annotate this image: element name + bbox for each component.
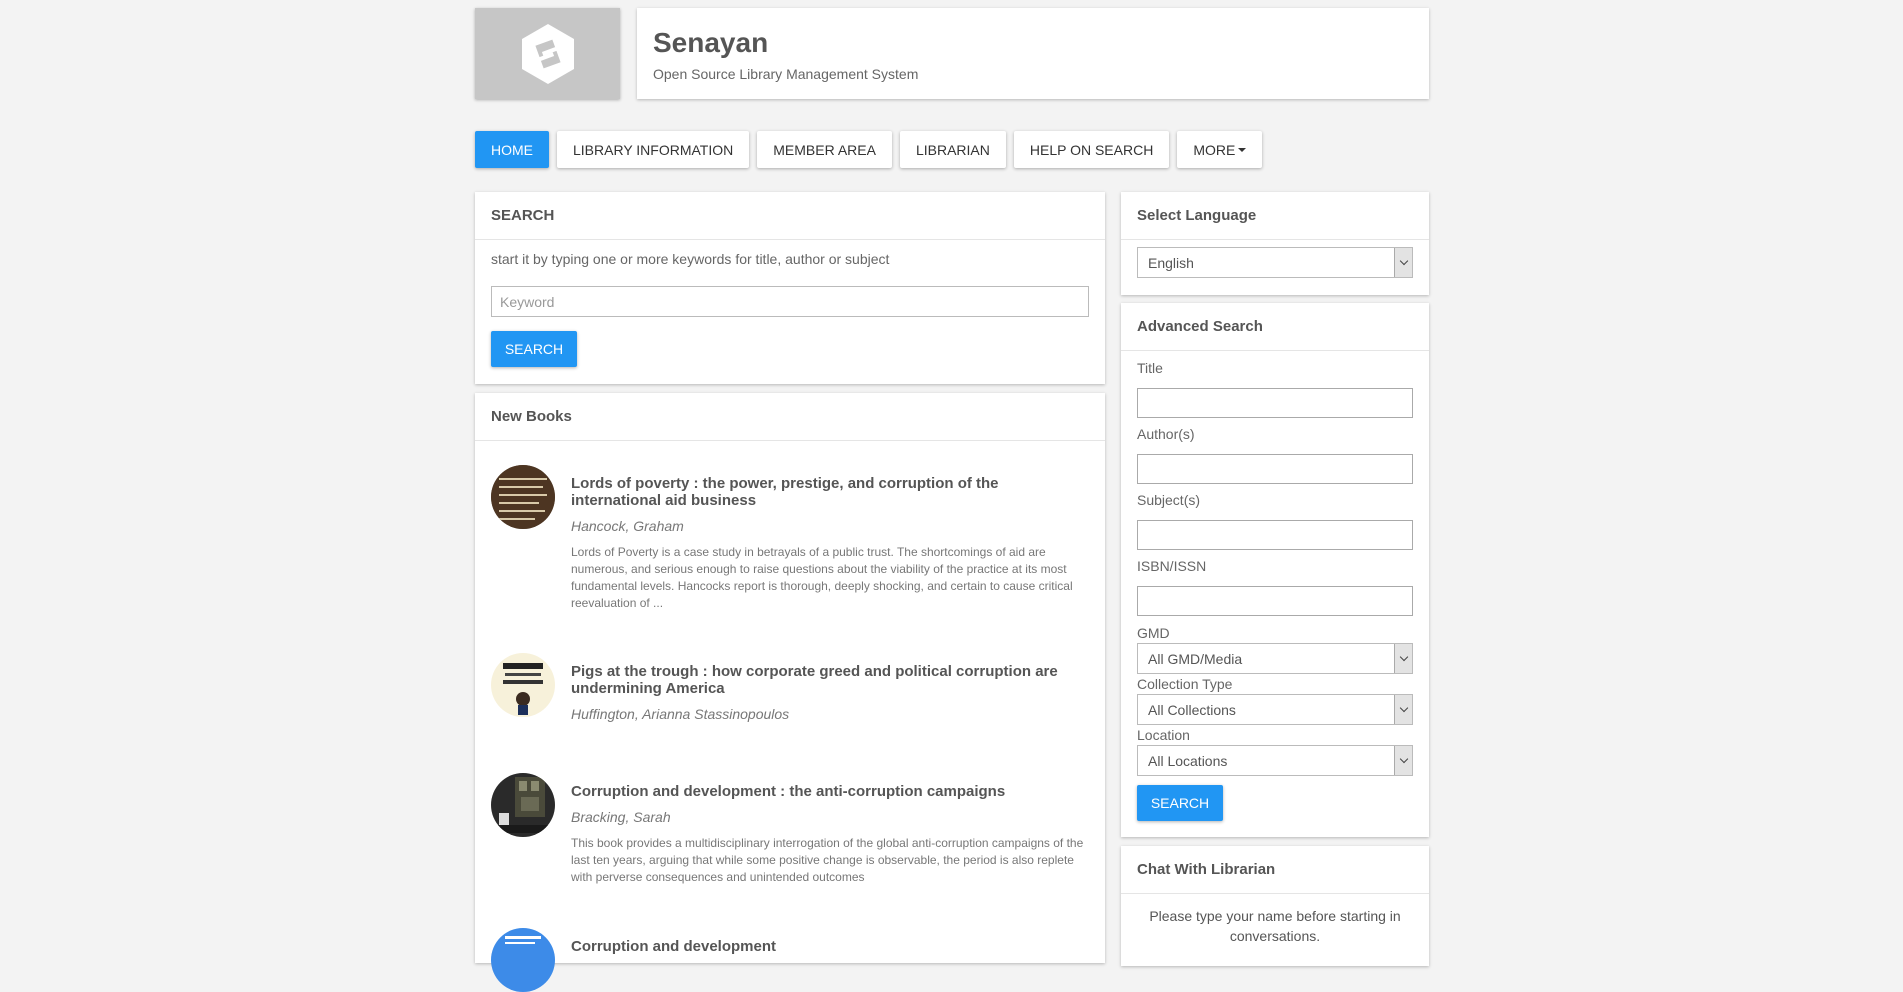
chevron-down-icon [1394,695,1412,724]
gmd-label: GMD [1137,625,1170,641]
nav-help-on-search-label: HELP ON SEARCH [1029,141,1154,158]
new-books-heading: New Books [475,393,1105,441]
language-panel: Select Language English [1121,192,1429,295]
location-label: Location [1137,727,1190,743]
book-title-link[interactable]: Pigs at the trough : how corporate greed… [571,663,1089,697]
search-button[interactable]: SEARCH [491,331,577,367]
senayan-logo-icon [521,23,574,84]
advanced-search-panel: Advanced Search Title Author(s) Subject(… [1121,303,1429,837]
language-heading: Select Language [1121,192,1429,240]
site-title[interactable]: Senayan [653,28,1413,58]
title-field[interactable] [1137,388,1413,418]
collection-type-select-value: All Collections [1148,701,1236,718]
new-books-panel: New Books Lords of poverty : the power, … [475,393,1105,992]
main-nav: HOME LIBRARY INFORMATION MEMBER AREA LIB… [475,131,1263,168]
nav-library-information[interactable]: LIBRARY INFORMATION [557,131,750,168]
author-label: Author(s) [1137,426,1195,442]
author-field[interactable] [1137,454,1413,484]
nav-home-label: HOME [491,141,533,158]
advanced-search-button[interactable]: SEARCH [1137,785,1223,821]
subject-field[interactable] [1137,520,1413,550]
gmd-select-value: All GMD/Media [1148,650,1243,667]
keyword-search-input[interactable] [491,286,1089,317]
search-hint: start it by typing one or more keywords … [491,251,890,267]
location-select[interactable]: All Locations [1137,745,1413,776]
language-select-value: English [1148,254,1194,271]
nav-member-area[interactable]: MEMBER AREA [757,131,892,168]
book-cover-thumbnail[interactable] [491,653,555,717]
book-cover-thumbnail[interactable] [491,928,555,992]
book-title-link[interactable]: Lords of poverty : the power, prestige, … [571,475,1089,509]
nav-more-label: MORE [1193,141,1236,158]
book-description: This book provides a multidisciplinary i… [571,836,1084,884]
site-subtitle: Open Source Library Management System [653,66,919,82]
book-author: Bracking, Sarah [571,809,671,825]
chat-instructions: Please type your name before starting in… [1149,908,1401,944]
advanced-search-heading: Advanced Search [1121,303,1429,351]
nav-home[interactable]: HOME [475,131,549,168]
logo-box[interactable] [475,8,620,99]
book-author: Hancock, Graham [571,518,684,534]
chat-heading: Chat With Librarian [1121,846,1429,894]
collection-type-select[interactable]: All Collections [1137,694,1413,725]
chat-panel: Chat With Librarian Please type your nam… [1121,846,1429,966]
title-label: Title [1137,360,1163,376]
nav-more-dropdown[interactable]: MORE [1177,131,1263,168]
nav-help-on-search[interactable]: HELP ON SEARCH [1013,131,1170,168]
location-select-value: All Locations [1148,752,1228,769]
book-description: Lords of Poverty is a case study in betr… [571,545,1073,610]
caret-down-icon [1238,147,1247,152]
collection-type-label: Collection Type [1137,676,1233,692]
chevron-down-icon [1394,248,1412,277]
chevron-down-icon [1394,644,1412,673]
gmd-select[interactable]: All GMD/Media [1137,643,1413,674]
chevron-down-icon [1394,746,1412,775]
nav-member-area-label: MEMBER AREA [773,141,876,158]
book-cover-thumbnail[interactable] [491,465,555,529]
book-author: Huffington, Arianna Stassinopoulos [571,706,790,722]
search-heading: SEARCH [475,192,1105,240]
site-header: Senayan Open Source Library Management S… [637,8,1429,99]
nav-librarian-label: LIBRARIAN [915,141,990,158]
isbn-label: ISBN/ISSN [1137,558,1207,574]
subject-label: Subject(s) [1137,492,1201,508]
nav-librarian[interactable]: LIBRARIAN [899,131,1006,168]
nav-library-information-label: LIBRARY INFORMATION [573,141,734,158]
language-select[interactable]: English [1137,247,1413,278]
search-panel: SEARCH start it by typing one or more ke… [475,192,1105,384]
book-cover-thumbnail[interactable] [491,773,555,837]
isbn-field[interactable] [1137,586,1413,616]
book-title-link[interactable]: Corruption and development : the anti-co… [571,783,1089,800]
